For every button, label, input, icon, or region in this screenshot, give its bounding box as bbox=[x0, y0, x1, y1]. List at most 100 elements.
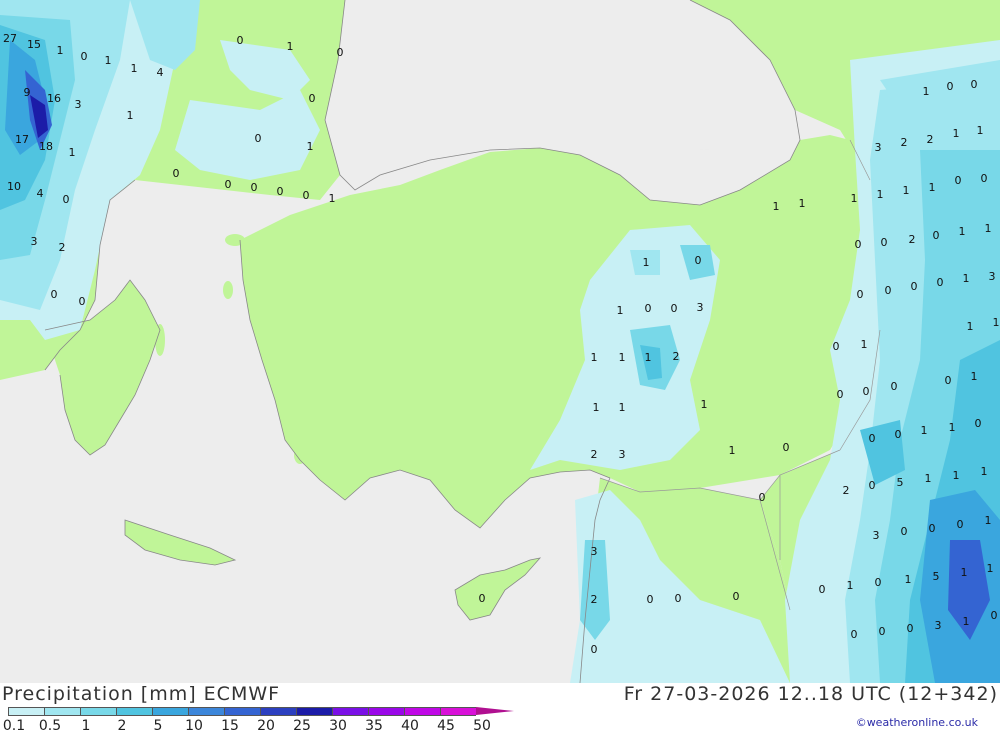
legend-swatch bbox=[152, 707, 188, 716]
precip-value-label: 1 bbox=[861, 338, 868, 351]
chart-title: Precipitation [mm] ECMWF bbox=[2, 683, 281, 705]
precip-value-label: 0 bbox=[885, 284, 892, 297]
precip-value-label: 0 bbox=[225, 178, 232, 191]
precip-value-label: 0 bbox=[851, 628, 858, 641]
credit-link[interactable]: ©weatheronline.co.uk bbox=[856, 716, 978, 729]
precip-value-label: 1 bbox=[127, 109, 134, 122]
forecast-datetime: Fr 27-03-2026 12..18 UTC (12+342) bbox=[623, 683, 998, 705]
legend-swatch bbox=[368, 707, 404, 716]
legend-swatch bbox=[296, 707, 332, 716]
legend-swatch bbox=[224, 707, 260, 716]
precip-value-label: 18 bbox=[39, 140, 53, 153]
precip-value-label: 1 bbox=[329, 192, 336, 205]
precip-value-label: 2 bbox=[673, 350, 680, 363]
precip-value-label: 1 bbox=[591, 351, 598, 364]
legend-tick: 1 bbox=[81, 718, 91, 734]
legend-swatch bbox=[332, 707, 368, 716]
legend-tick: 45 bbox=[437, 718, 455, 734]
footer: Precipitation [mm] ECMWF Fr 27-03-2026 1… bbox=[0, 683, 1000, 734]
precip-value-label: 0 bbox=[675, 592, 682, 605]
precip-value-label: 0 bbox=[733, 590, 740, 603]
legend-arrow-tip bbox=[476, 707, 514, 715]
legend-labels: 0.1 0.5 1 2 5 10 15 20 25 30 35 40 45 50 bbox=[0, 718, 520, 734]
precip-value-label: 0 bbox=[173, 167, 180, 180]
precip-value-label: 1 bbox=[993, 316, 1000, 329]
legend-tick: 0.1 bbox=[2, 718, 26, 734]
precip-value-label: 4 bbox=[157, 66, 164, 79]
precip-value-label: 0 bbox=[879, 625, 886, 638]
legend-swatch bbox=[260, 707, 296, 716]
precip-value-label: 0 bbox=[957, 518, 964, 531]
precip-value-label: 10 bbox=[7, 180, 21, 193]
precip-value-label: 0 bbox=[895, 428, 902, 441]
precip-value-label: 0 bbox=[591, 643, 598, 656]
precip-value-label: 0 bbox=[945, 374, 952, 387]
legend-tick: 40 bbox=[401, 718, 419, 734]
precip-value-label: 1 bbox=[729, 444, 736, 457]
precip-value-label: 3 bbox=[31, 235, 38, 248]
precip-value-label: 3 bbox=[591, 545, 598, 558]
map-canvas: 27 15 1 0 11 40 1 09 16 3101718 101104 000 0 0 0 13 2000… bbox=[0, 0, 1000, 683]
precip-value-label: 1 bbox=[701, 398, 708, 411]
precip-value-label: 2 bbox=[843, 484, 850, 497]
precip-value-label: 3 bbox=[989, 270, 996, 283]
precip-value-label: 0 bbox=[857, 288, 864, 301]
precip-value-label: 0 bbox=[869, 432, 876, 445]
precip-value-label: 15 bbox=[27, 38, 41, 51]
precip-value-label: 0 bbox=[933, 229, 940, 242]
precip-value-label: 1 bbox=[921, 424, 928, 437]
precip-value-label: 0 bbox=[695, 254, 702, 267]
legend-tick: 0.5 bbox=[38, 718, 62, 734]
precip-value-label: 1 bbox=[963, 615, 970, 628]
precip-value-label: 1 bbox=[287, 40, 294, 53]
precip-value-label: 0 bbox=[937, 276, 944, 289]
precip-value-label: 0 bbox=[955, 174, 962, 187]
precip-value-label: 2 bbox=[59, 241, 66, 254]
precip-value-label: 3 bbox=[935, 619, 942, 632]
precip-value-label: 0 bbox=[907, 622, 914, 635]
precip-value-label: 1 bbox=[925, 472, 932, 485]
precip-value-label: 0 bbox=[237, 34, 244, 47]
precip-value-label: 2 bbox=[909, 233, 916, 246]
precip-value-label: 1 bbox=[971, 370, 978, 383]
precip-value-label: 1 bbox=[131, 62, 138, 75]
precip-value-label: 0 bbox=[875, 576, 882, 589]
precip-value-label: 0 bbox=[911, 280, 918, 293]
legend-tick: 50 bbox=[473, 718, 491, 734]
precip-value-label: 1 bbox=[959, 225, 966, 238]
precip-value-label: 1 bbox=[619, 401, 626, 414]
legend-swatch bbox=[440, 707, 476, 716]
precip-value-label: 5 bbox=[897, 476, 904, 489]
legend-tick: 2 bbox=[117, 718, 127, 734]
precip-value-label: 0 bbox=[783, 441, 790, 454]
precip-value-label: 0 bbox=[833, 340, 840, 353]
precip-value-label: 0 bbox=[251, 181, 258, 194]
precip-value-label: 1 bbox=[69, 146, 76, 159]
precip-value-label: 0 bbox=[79, 295, 86, 308]
precip-value-label: 0 bbox=[81, 50, 88, 63]
precip-value-label: 3 bbox=[875, 141, 882, 154]
precip-value-label: 5 bbox=[933, 570, 940, 583]
precip-value-label: 1 bbox=[905, 573, 912, 586]
legend-swatch bbox=[188, 707, 224, 716]
precip-value-label: 0 bbox=[479, 592, 486, 605]
precip-value-label: 1 bbox=[985, 222, 992, 235]
precip-value-label: 0 bbox=[759, 491, 766, 504]
precip-value-label: 0 bbox=[947, 80, 954, 93]
precipitation-map[interactable]: 27 15 1 0 1 1 4 0 1 0 9 16 3 1 0 17 18 1 0 1 10 4 0 0 0 0 0 0 1 3 2 0 0 0… bbox=[0, 0, 1000, 683]
precip-value-label: 1 bbox=[985, 514, 992, 527]
precip-value-label: 1 bbox=[953, 127, 960, 140]
precip-value-label: 0 bbox=[975, 417, 982, 430]
precip-value-label: 2 bbox=[591, 593, 598, 606]
precip-value-label: 17 bbox=[15, 133, 29, 146]
precip-value-label: 3 bbox=[697, 301, 704, 314]
chios bbox=[223, 281, 233, 299]
precip-value-label: 1 bbox=[847, 579, 854, 592]
legend-color-bar bbox=[8, 707, 514, 716]
precip-value-label: 0 bbox=[891, 380, 898, 393]
precip-value-label: 27 bbox=[3, 32, 17, 45]
precip-value-label: 0 bbox=[855, 238, 862, 251]
precip-value-label: 1 bbox=[963, 272, 970, 285]
precip-value-label: 0 bbox=[881, 236, 888, 249]
precip-value-label: 1 bbox=[643, 256, 650, 269]
